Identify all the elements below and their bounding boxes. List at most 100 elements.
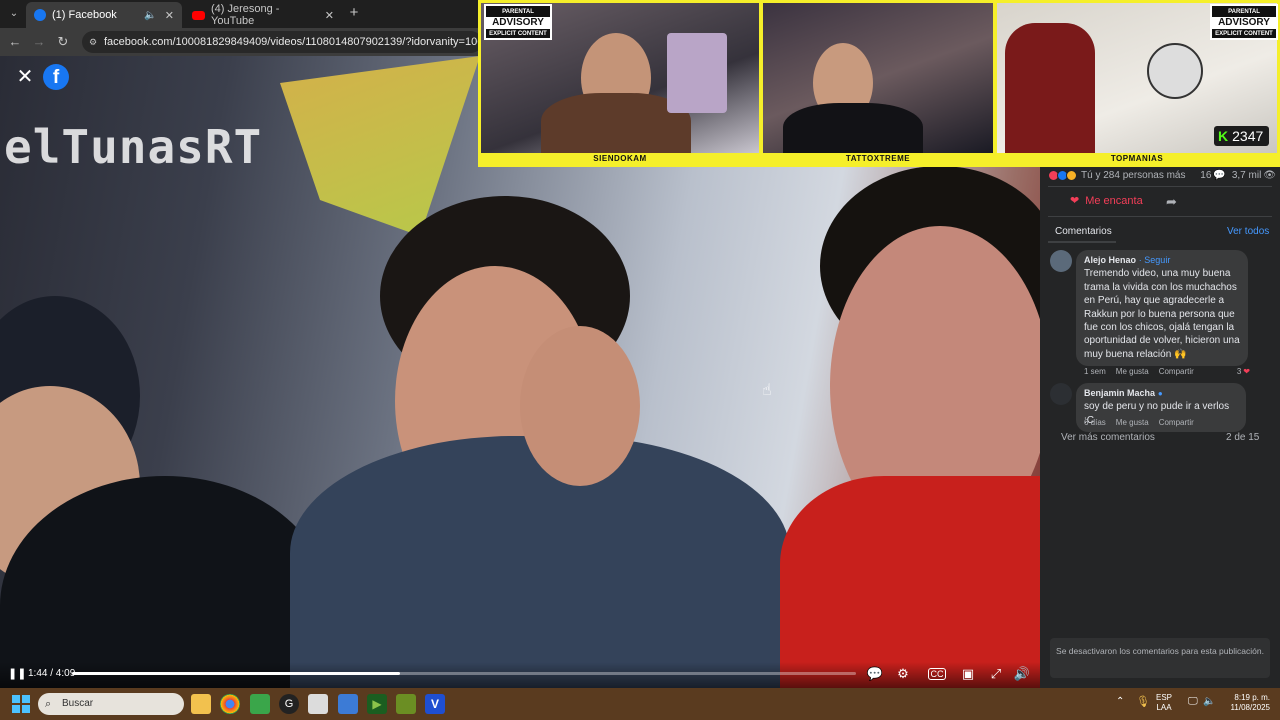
url-text: facebook.com/100081829849409/videos/1108… xyxy=(104,36,482,48)
tab-list-chevron-icon[interactable]: ⌄ xyxy=(6,6,22,22)
see-all-link[interactable]: Ver todos xyxy=(1227,226,1269,237)
love-button[interactable]: ❤ Me encanta xyxy=(1070,194,1143,208)
kick-viewer-counter: K 2347 xyxy=(1214,126,1270,146)
time-display: 1:44 / 4:09 xyxy=(28,668,76,679)
speaker-icon[interactable]: 🔈 xyxy=(1203,696,1215,707)
comments-tab[interactable]: Comentarios xyxy=(1055,226,1112,237)
reactions-text: Tú y 284 personas más xyxy=(1081,169,1186,181)
back-arrow-icon[interactable]: ← xyxy=(6,33,24,51)
share-arrow-icon[interactable]: ➦ xyxy=(1166,194,1182,210)
windows-start-icon[interactable] xyxy=(12,695,30,713)
stream-overlay: PARENTAL ADVISORY EXPLICIT CONTENT PAREN… xyxy=(478,0,1280,167)
file-explorer-icon[interactable] xyxy=(191,694,211,714)
cam-label: TOPMANIAS xyxy=(1110,154,1164,163)
love-button-label: Me encanta xyxy=(1085,194,1143,207)
comment-time[interactable]: 1 sem xyxy=(1084,367,1106,376)
tab-youtube-label: (4) Jeresong - YouTube xyxy=(211,3,280,27)
kick-logo-icon: K xyxy=(1218,128,1229,144)
eye-icon: 👁 xyxy=(1263,169,1276,181)
captions-bubble-icon[interactable]: 💬 xyxy=(866,666,884,682)
comment-author[interactable]: Alejo Henao xyxy=(1084,255,1136,265)
address-bar-input[interactable]: ⚙ facebook.com/100081829849409/videos/11… xyxy=(82,31,482,53)
avatar[interactable] xyxy=(1050,250,1072,272)
share-link[interactable]: Compartir xyxy=(1159,418,1194,427)
language-indicator[interactable]: ESP LAA xyxy=(1156,693,1172,713)
site-info-icon[interactable]: ⚙ xyxy=(89,31,97,53)
comment-time[interactable]: 6 días xyxy=(1084,418,1106,427)
follow-link[interactable]: · Seguir xyxy=(1139,255,1171,265)
lang-bottom: LAA xyxy=(1156,703,1172,712)
speaker-icon[interactable]: 🔈 xyxy=(144,10,156,21)
app-editor-icon[interactable] xyxy=(308,694,328,714)
close-viewer-icon[interactable]: ✕ xyxy=(14,66,36,88)
taskbar-clock[interactable]: 8:19 p. m. 11/08/2025 xyxy=(1220,693,1270,713)
pc-case xyxy=(667,33,727,113)
like-link[interactable]: Me gusta xyxy=(1116,367,1149,376)
heart-icon: ❤ xyxy=(1243,367,1250,376)
like-link[interactable]: Me gusta xyxy=(1116,418,1149,427)
app-v-icon[interactable]: V xyxy=(425,694,445,714)
fullscreen-icon[interactable]: ⤢ xyxy=(987,666,1005,682)
video-watermark: elTunasRT xyxy=(4,120,263,174)
comment-bubble-icon: 💬 xyxy=(1213,169,1226,181)
facebook-favicon-icon xyxy=(34,9,46,21)
comment-text: Tremendo video, una muy buena trama la v… xyxy=(1084,268,1240,360)
network-icon[interactable]: 🖵 xyxy=(1188,696,1198,707)
person-center-hand xyxy=(520,326,640,486)
comment-meta: 6 días Me gusta Compartir xyxy=(1084,418,1194,427)
new-tab-plus-icon[interactable]: + xyxy=(346,5,362,21)
close-tab-icon[interactable]: ✕ xyxy=(165,9,174,22)
cc-icon[interactable]: CC xyxy=(928,668,946,680)
comments-disabled-notice: Se desactivaron los comentarios para est… xyxy=(1050,638,1270,678)
comment-reaction-count[interactable]: 3 xyxy=(1237,367,1241,376)
cam-label: TATTOXTREME xyxy=(845,154,911,163)
seek-bar-played xyxy=(72,672,400,675)
app-game-icon[interactable] xyxy=(396,694,416,714)
tab-facebook[interactable]: (1) Facebook 🔈 ✕ xyxy=(26,2,182,28)
microphone-icon[interactable]: 🎙 xyxy=(1136,695,1150,708)
avatar[interactable] xyxy=(1050,383,1072,405)
cam-label: SIENDOKAM xyxy=(593,154,647,163)
divider xyxy=(1048,216,1272,217)
media-player-icon[interactable]: ▶ xyxy=(367,694,387,714)
taskbar-search-input[interactable]: ⌕ Buscar xyxy=(38,693,184,715)
view-count: 3,7 mil xyxy=(1231,169,1262,181)
comments-tab-underline xyxy=(1048,241,1116,243)
facebook-logo-icon[interactable]: f xyxy=(43,64,69,90)
advisory-bottom-text: EXPLICIT CONTENT xyxy=(489,31,547,37)
person-center-jacket xyxy=(290,436,790,688)
seek-bar[interactable] xyxy=(72,672,856,675)
chrome-icon[interactable] xyxy=(220,694,240,714)
comment-author[interactable]: Benjamin Macha xyxy=(1084,388,1155,398)
video-controls-bar xyxy=(0,662,1040,688)
hand-cursor-icon: ☝ xyxy=(762,382,772,399)
viewer-count: 2347 xyxy=(1232,128,1264,144)
reload-icon[interactable]: ↻ xyxy=(54,33,72,51)
close-tab-icon[interactable]: ✕ xyxy=(325,9,334,22)
search-icon: ⌕ xyxy=(45,698,52,710)
minecraft-icon[interactable] xyxy=(250,694,270,714)
gaming-chair xyxy=(1005,23,1095,153)
miniplayer-icon[interactable]: ▣ xyxy=(959,666,977,682)
parental-advisory-badge: PARENTAL ADVISORY EXPLICIT CONTENT xyxy=(1210,4,1278,40)
gear-icon[interactable]: ⚙ xyxy=(894,666,912,682)
comment-bubble: Alejo Henao · Seguir Tremendo video, una… xyxy=(1076,250,1248,367)
volume-icon[interactable]: 🔊 xyxy=(1013,666,1031,682)
forward-arrow-icon[interactable]: → xyxy=(30,33,48,51)
tray-chevron-icon[interactable]: ⌃ xyxy=(1116,696,1124,707)
pause-icon[interactable]: ❚❚ xyxy=(8,667,26,681)
app-g-icon[interactable]: G xyxy=(279,694,299,714)
advisory-mid-text: ADVISORY xyxy=(486,17,550,29)
tab-youtube[interactable]: (4) Jeresong - YouTube ✕ xyxy=(184,2,342,28)
reactions-summary[interactable]: Tú y 284 personas más 16 💬 3,7 mil 👁 xyxy=(1048,167,1276,183)
verified-badge-icon: ● xyxy=(1157,389,1163,398)
share-link[interactable]: Compartir xyxy=(1159,367,1194,376)
parental-advisory-badge: PARENTAL ADVISORY EXPLICIT CONTENT xyxy=(484,4,552,40)
lang-top: ESP xyxy=(1156,693,1173,702)
streamer-shirt xyxy=(783,103,923,153)
more-comments-link[interactable]: Ver más comentarios xyxy=(1061,432,1155,443)
comment-meta: 1 sem Me gusta Compartir 3 ❤ xyxy=(1084,367,1250,376)
sad-reaction-icon xyxy=(1066,169,1077,181)
calculator-icon[interactable] xyxy=(338,694,358,714)
clock-date: 11/08/2025 xyxy=(1230,703,1270,712)
